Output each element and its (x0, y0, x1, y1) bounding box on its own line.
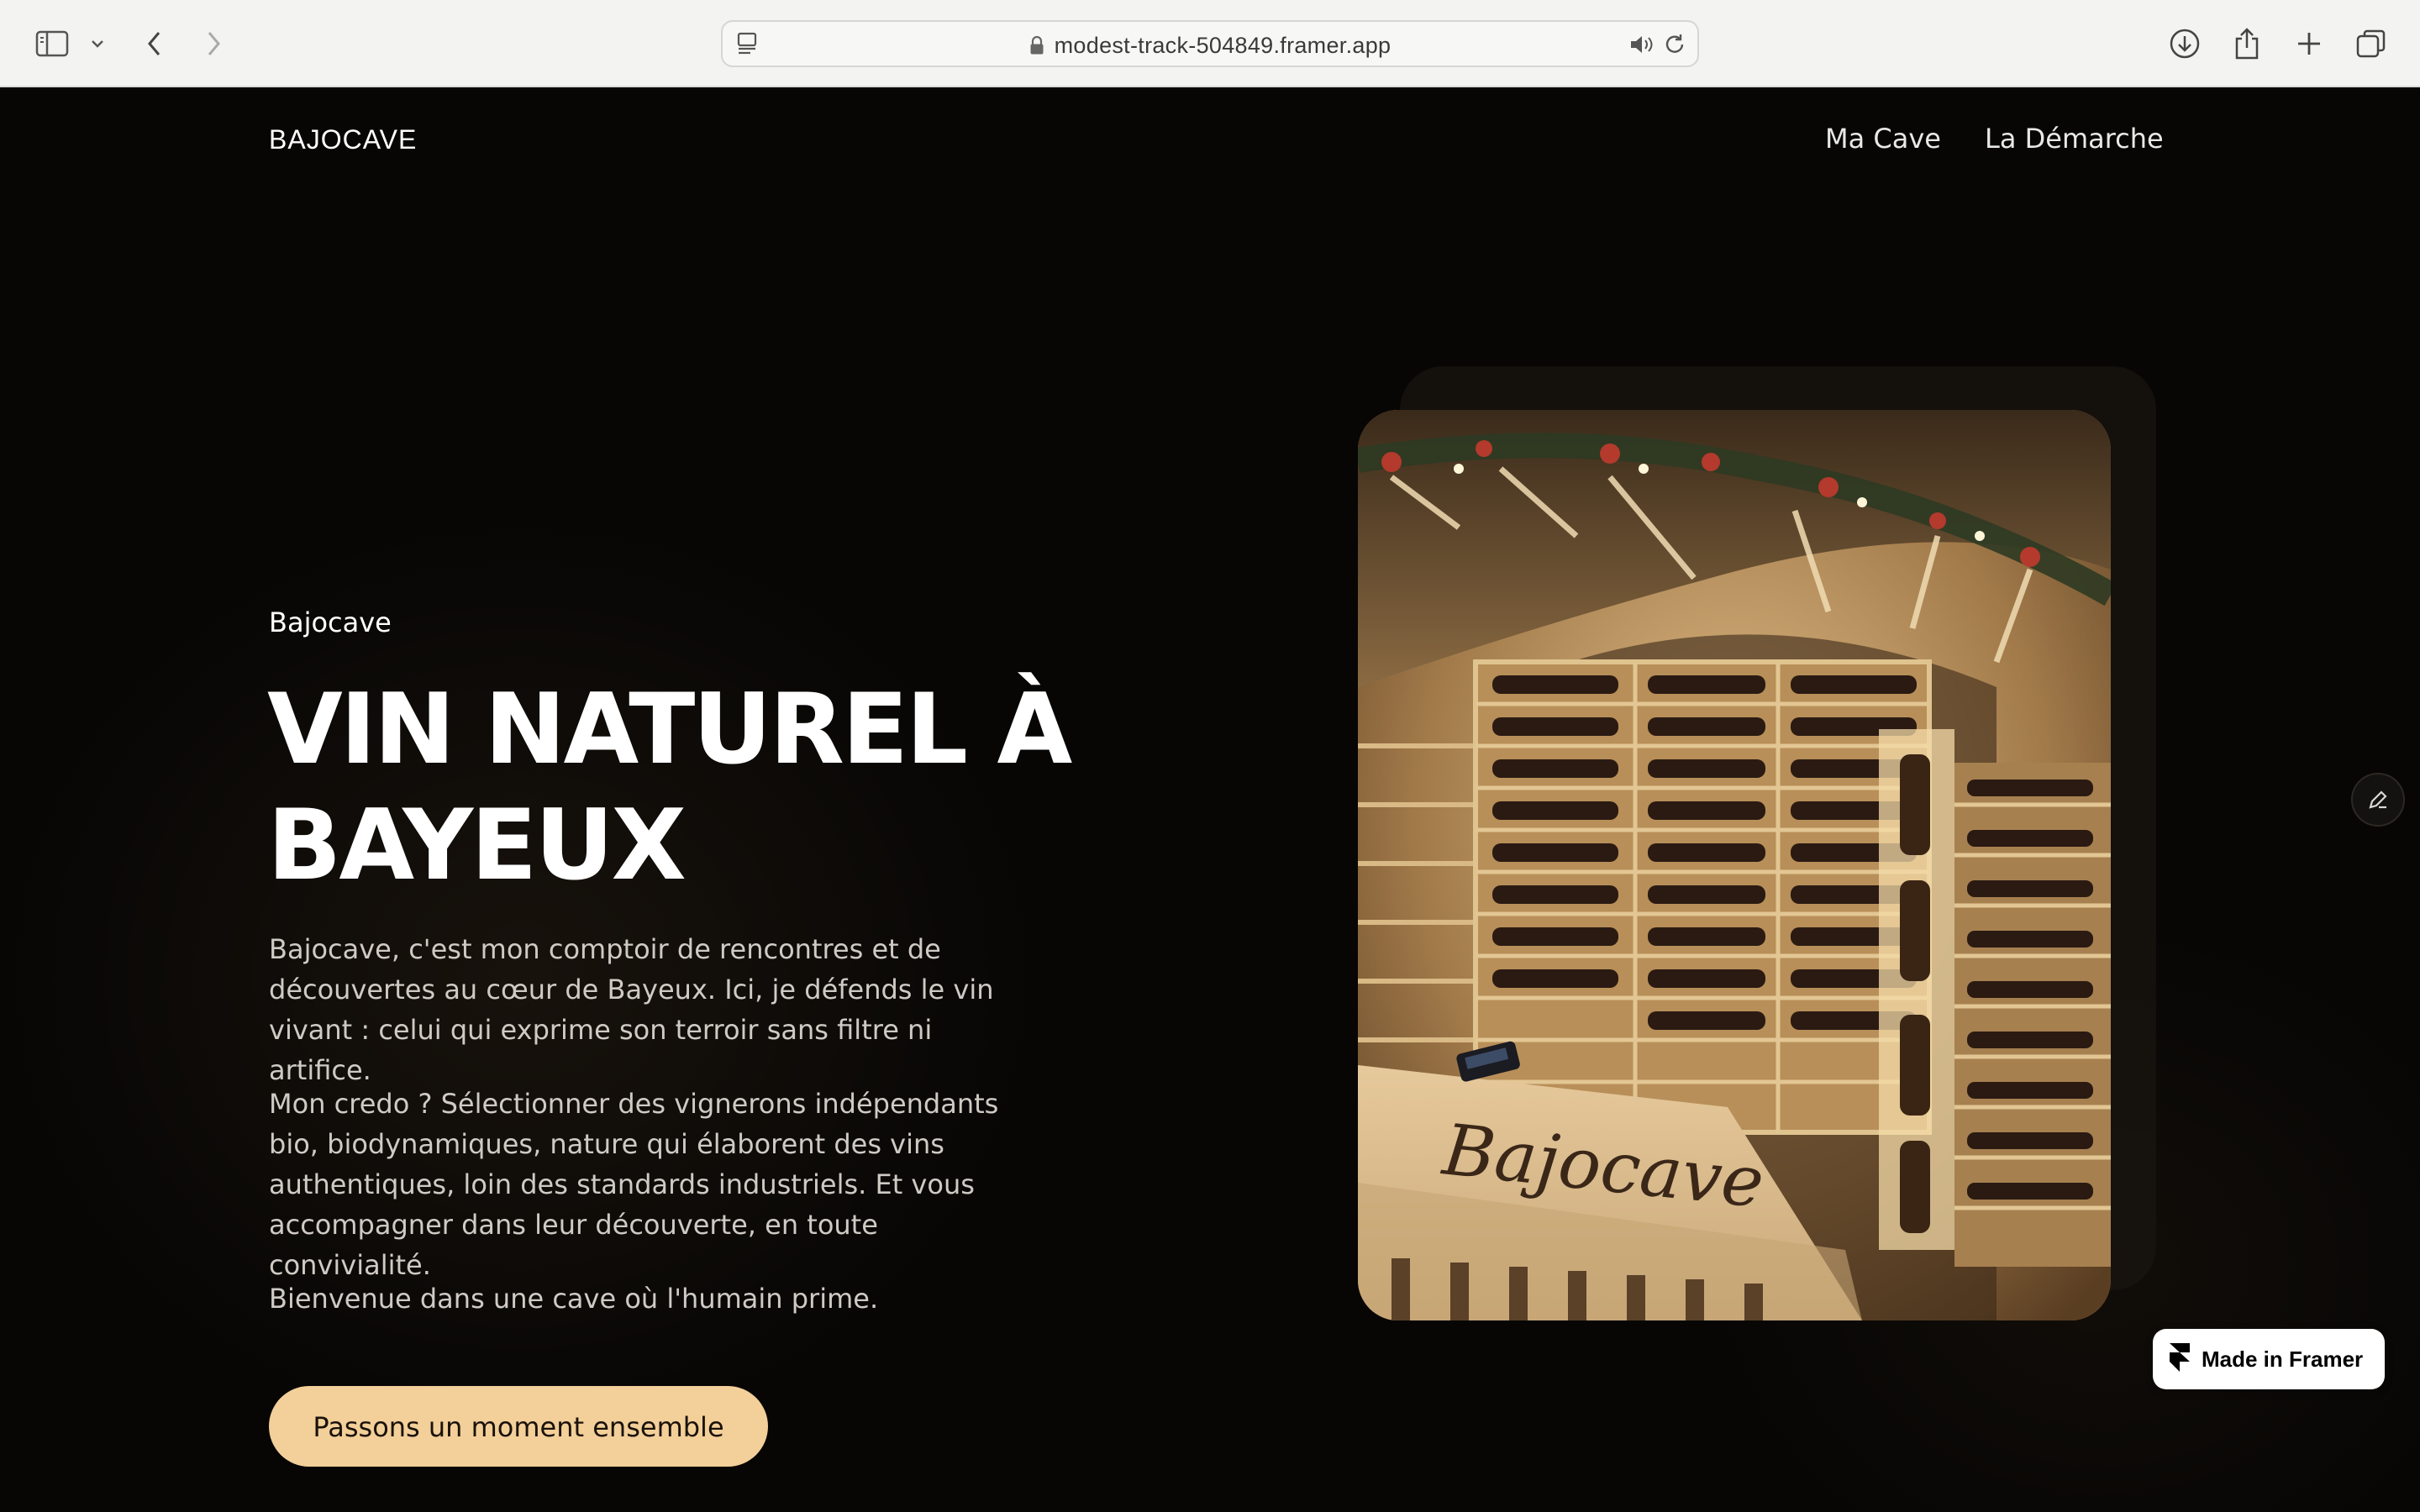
chevron-down-icon[interactable] (77, 24, 118, 64)
share-icon[interactable] (2227, 24, 2267, 64)
forward-arrow-icon[interactable] (193, 24, 234, 64)
speaker-icon[interactable] (1628, 32, 1657, 60)
site-logo[interactable]: BAJOCAVE (269, 124, 417, 155)
reload-icon[interactable] (1662, 32, 1687, 60)
page-content: BAJOCAVE Ma Cave La Démarche Bajocave VI… (0, 87, 2420, 1512)
back-arrow-icon[interactable] (134, 24, 175, 64)
wine-cellar-photo: Bajocave (1358, 410, 2111, 1320)
url-text: modest-track-504849.framer.app (1054, 33, 1392, 58)
address-bar[interactable]: modest-track-504849.framer.app (721, 20, 1699, 67)
sidebar-icon[interactable] (32, 24, 72, 64)
download-icon[interactable] (2165, 24, 2205, 64)
hero-title: VIN NATUREL À BAYEUX (267, 672, 1091, 904)
badge-label: Made in Framer (2202, 1346, 2364, 1372)
hero-paragraph-credo: Mon credo ? Sélectionner des vignerons i… (269, 1088, 999, 1281)
tab-overview-icon[interactable] (2351, 24, 2391, 64)
nav-link-la-demarche[interactable]: La Démarche (1985, 123, 2164, 155)
hero-paragraph-welcome: Bienvenue dans une cave où l'humain prim… (269, 1283, 879, 1315)
hero-eyebrow: Bajocave (269, 606, 392, 638)
framer-logo-icon (2170, 1343, 2190, 1375)
hero-paragraph-intro: Bajocave, c'est mon comptoir de rencontr… (269, 933, 994, 1086)
nav-link-ma-cave[interactable]: Ma Cave (1825, 123, 1941, 155)
edit-pencil-icon[interactable] (2351, 773, 2405, 827)
hero-title-line2: BAYEUX (267, 789, 687, 902)
url-display: modest-track-504849.framer.app (723, 33, 1697, 61)
cta-button[interactable]: Passons un moment ensemble (269, 1386, 768, 1467)
hero-title-line1: VIN NATUREL À (267, 673, 1072, 786)
lock-icon (1029, 35, 1044, 61)
made-in-framer-badge[interactable]: Made in Framer (2153, 1329, 2385, 1389)
browser-toolbar: modest-track-504849.framer.app (0, 0, 2420, 87)
plus-icon[interactable] (2289, 24, 2329, 64)
